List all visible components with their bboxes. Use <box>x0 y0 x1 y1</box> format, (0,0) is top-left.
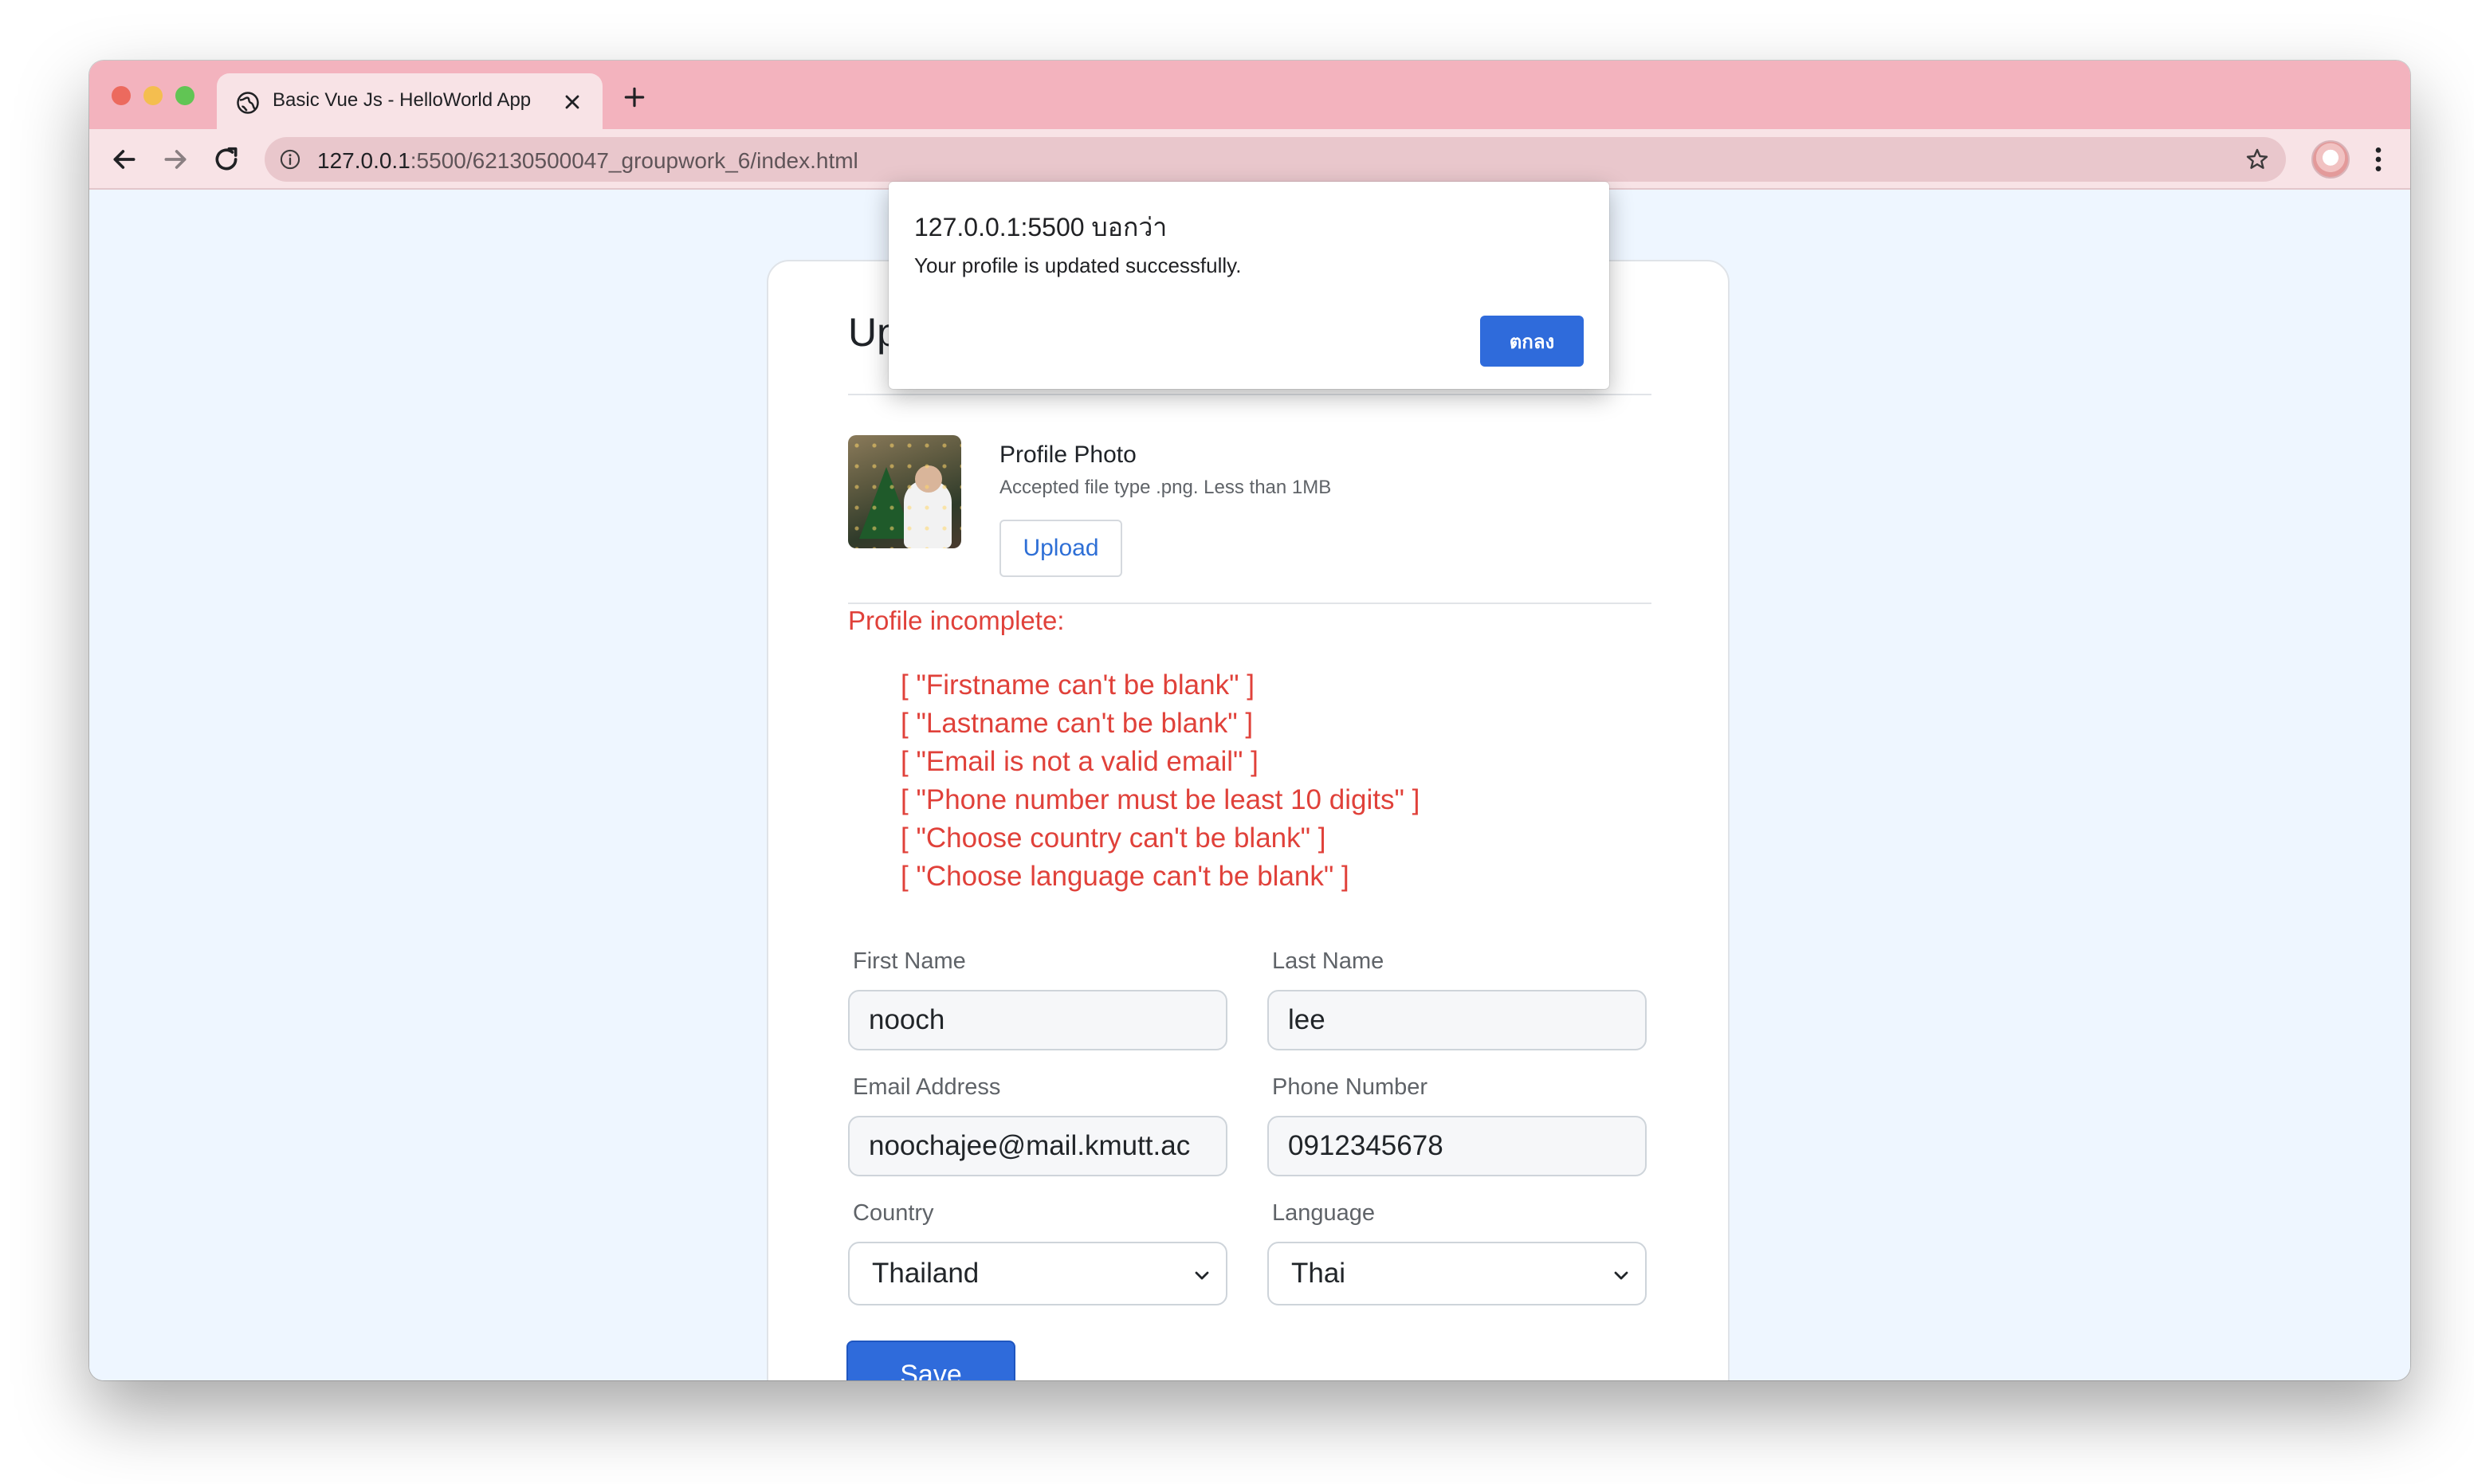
forward-arrow-icon[interactable] <box>159 143 191 175</box>
photo-lights-shape <box>848 435 961 548</box>
tab-title: Basic Vue Js - HelloWorld App <box>273 89 532 111</box>
minimize-window-button[interactable] <box>143 86 163 105</box>
new-tab-icon[interactable] <box>622 84 647 110</box>
chevron-down-icon <box>1614 1271 1628 1280</box>
close-tab-icon[interactable] <box>561 91 583 113</box>
email-label: Email Address <box>853 1074 1001 1100</box>
url-path: :5500/62130500047_groupwork_6/index.html <box>410 148 858 173</box>
browser-toolbar: 127.0.0.1:5500/62130500047_groupwork_6/i… <box>89 129 2410 190</box>
error-item: [ "Choose country can't be blank" ] <box>901 822 1326 854</box>
browser-window: Basic Vue Js - HelloWorld App 127.0.0.1:… <box>89 61 2410 1380</box>
back-arrow-icon[interactable] <box>108 143 140 175</box>
save-button[interactable]: Save <box>846 1341 1015 1380</box>
last-name-field[interactable] <box>1267 990 1647 1050</box>
address-bar[interactable]: 127.0.0.1:5500/62130500047_groupwork_6/i… <box>265 137 2286 182</box>
info-icon[interactable] <box>279 148 301 171</box>
chevron-down-icon <box>1195 1271 1209 1280</box>
divider <box>848 603 1651 604</box>
error-item: [ "Email is not a valid email" ] <box>901 746 1259 777</box>
error-item: [ "Phone number must be least 10 digits"… <box>901 784 1420 815</box>
address-url: 127.0.0.1:5500/62130500047_groupwork_6/i… <box>317 148 858 174</box>
errors-list: [ "Firstname can't be blank" ] [ "Lastna… <box>901 666 1420 896</box>
country-select[interactable]: Thailand <box>848 1242 1227 1305</box>
phone-label: Phone Number <box>1272 1074 1428 1100</box>
upload-button[interactable]: Upload <box>999 520 1122 577</box>
profile-photo-title: Profile Photo <box>999 442 1137 468</box>
profile-photo <box>848 435 961 548</box>
zoom-window-button[interactable] <box>175 86 194 105</box>
country-select-value: Thailand <box>872 1258 980 1289</box>
language-select-value: Thai <box>1291 1258 1346 1289</box>
close-window-button[interactable] <box>112 86 131 105</box>
bookmark-star-icon[interactable] <box>2244 147 2270 172</box>
phone-field[interactable] <box>1267 1116 1647 1176</box>
error-item: [ "Firstname can't be blank" ] <box>901 669 1255 701</box>
error-item: [ "Choose language can't be blank" ] <box>901 861 1349 892</box>
language-select[interactable]: Thai <box>1267 1242 1647 1305</box>
email-field[interactable] <box>848 1116 1227 1176</box>
alert-dialog: 127.0.0.1:5500 บอกว่า Your profile is up… <box>889 182 1609 389</box>
errors-title: Profile incomplete: <box>848 606 1065 635</box>
globe-icon <box>237 92 259 114</box>
browser-tab[interactable]: Basic Vue Js - HelloWorld App <box>217 73 603 129</box>
profile-photo-hint: Accepted file type .png. Less than 1MB <box>999 477 1332 498</box>
country-label: Country <box>853 1200 934 1226</box>
error-item: [ "Lastname can't be blank" ] <box>901 708 1254 739</box>
browser-titlebar: Basic Vue Js - HelloWorld App <box>89 61 2410 129</box>
first-name-field[interactable] <box>848 990 1227 1050</box>
profile-avatar[interactable] <box>2311 140 2350 179</box>
url-host: 127.0.0.1 <box>317 148 410 173</box>
more-menu-icon[interactable] <box>2362 143 2394 175</box>
reload-icon[interactable] <box>210 143 242 175</box>
alert-origin: 127.0.0.1:5500 บอกว่า <box>914 213 1168 241</box>
divider <box>848 394 1651 395</box>
language-label: Language <box>1272 1200 1376 1226</box>
alert-message: Your profile is updated successfully. <box>914 253 1242 277</box>
first-name-label: First Name <box>853 948 966 974</box>
alert-ok-button[interactable]: ตกลง <box>1480 316 1584 367</box>
last-name-label: Last Name <box>1272 948 1384 974</box>
profile-card: Up Profile Photo Accepted file type .png… <box>767 260 1730 1380</box>
